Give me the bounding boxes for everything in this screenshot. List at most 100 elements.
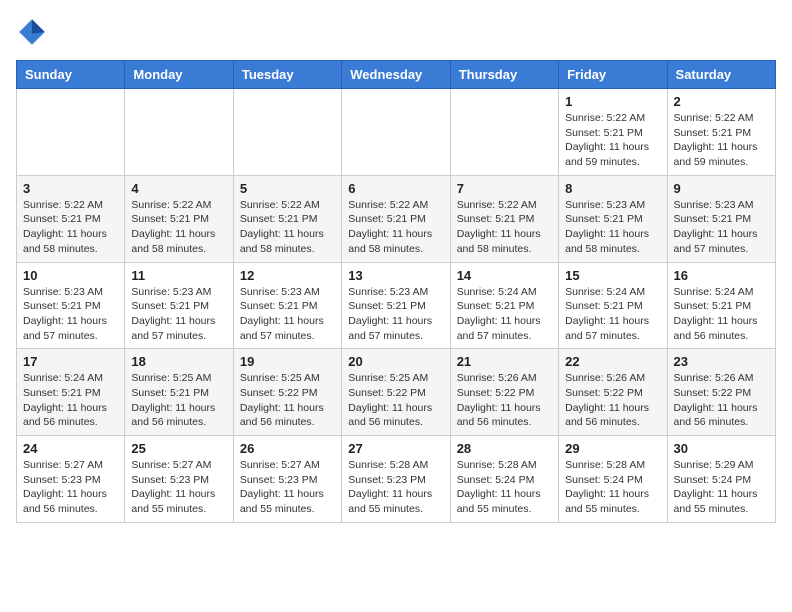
day-info: Sunrise: 5:22 AMSunset: 5:21 PMDaylight:…	[565, 111, 660, 170]
calendar-cell: 22 Sunrise: 5:26 AMSunset: 5:22 PMDayligh…	[559, 349, 667, 436]
calendar-cell	[125, 89, 233, 176]
calendar-cell: 28Sunrise: 5:28 AMSunset: 5:24 PMDayligh…	[450, 436, 558, 523]
calendar-header-row: SundayMondayTuesdayWednesdayThursdayFrid…	[17, 61, 776, 89]
day-number: 27	[348, 441, 443, 456]
day-number: 8	[565, 181, 660, 196]
calendar-cell: 17 Sunrise: 5:24 AMSunset: 5:21 PMDayligh…	[17, 349, 125, 436]
calendar-cell	[342, 89, 450, 176]
day-number: 3	[23, 181, 118, 196]
calendar-cell: 30 Sunrise: 5:29 AMSunset: 5:24 PMDayligh…	[667, 436, 775, 523]
day-number: 22	[565, 354, 660, 369]
day-info: Sunrise: 5:22 AMSunset: 5:21 PMDaylight:…	[674, 111, 769, 170]
calendar-cell: 2Sunrise: 5:22 AMSunset: 5:21 PMDaylight…	[667, 89, 775, 176]
calendar-cell: 14 Sunrise: 5:24 AMSunset: 5:21 PMDayligh…	[450, 262, 558, 349]
calendar-cell: 29Sunrise: 5:28 AMSunset: 5:24 PMDayligh…	[559, 436, 667, 523]
weekday-header-wednesday: Wednesday	[342, 61, 450, 89]
calendar-cell: 24Sunrise: 5:27 AMSunset: 5:23 PMDayligh…	[17, 436, 125, 523]
calendar-cell: 1 Sunrise: 5:22 AMSunset: 5:21 PMDaylight…	[559, 89, 667, 176]
day-number: 7	[457, 181, 552, 196]
weekday-header-friday: Friday	[559, 61, 667, 89]
calendar-cell: 10Sunrise: 5:23 AMSunset: 5:21 PMDayligh…	[17, 262, 125, 349]
calendar-cell: 6 Sunrise: 5:22 AMSunset: 5:21 PMDaylight…	[342, 175, 450, 262]
calendar-week-row: 24Sunrise: 5:27 AMSunset: 5:23 PMDayligh…	[17, 436, 776, 523]
day-number: 9	[674, 181, 769, 196]
day-number: 17	[23, 354, 118, 369]
day-number: 30	[674, 441, 769, 456]
day-info: Sunrise: 5:28 AMSunset: 5:24 PMDaylight:…	[565, 458, 660, 517]
day-info: Sunrise: 5:24 AMSunset: 5:21 PMDaylight:…	[565, 285, 660, 344]
day-info: Sunrise: 5:27 AMSunset: 5:23 PMDaylight:…	[23, 458, 118, 517]
weekday-header-sunday: Sunday	[17, 61, 125, 89]
calendar-week-row: 1 Sunrise: 5:22 AMSunset: 5:21 PMDaylight…	[17, 89, 776, 176]
day-number: 18	[131, 354, 226, 369]
calendar-cell: 11Sunrise: 5:23 AMSunset: 5:21 PMDayligh…	[125, 262, 233, 349]
day-number: 5	[240, 181, 335, 196]
day-info: Sunrise: 5:23 AMSunset: 5:21 PMDaylight:…	[565, 198, 660, 257]
calendar-cell: 16Sunrise: 5:24 AMSunset: 5:21 PMDayligh…	[667, 262, 775, 349]
calendar-week-row: 10 Sunrise: 5:23 AMSunset: 5:21 PMDayligh…	[17, 262, 776, 349]
calendar-cell	[17, 89, 125, 176]
day-info: Sunrise: 5:22 AMSunset: 5:21 PMDaylight:…	[240, 198, 335, 257]
day-info: Sunrise: 5:24 AMSunset: 5:21 PMDaylight:…	[23, 371, 118, 430]
day-number: 20	[348, 354, 443, 369]
day-info: Sunrise: 5:25 AMSunset: 5:22 PMDaylight:…	[240, 371, 335, 430]
day-info: Sunrise: 5:26 AMSunset: 5:22 PMDaylight:…	[674, 371, 769, 430]
day-number: 4	[131, 181, 226, 196]
calendar-week-row: 3 Sunrise: 5:22 AMSunset: 5:21 PMDaylight…	[17, 175, 776, 262]
calendar-cell: 15 Sunrise: 5:24 AMSunset: 5:21 PMDayligh…	[559, 262, 667, 349]
calendar-cell: 25Sunrise: 5:27 AMSunset: 5:23 PMDayligh…	[125, 436, 233, 523]
weekday-header-monday: Monday	[125, 61, 233, 89]
day-number: 23	[674, 354, 769, 369]
day-info: Sunrise: 5:25 AMSunset: 5:21 PMDaylight:…	[131, 371, 226, 430]
logo-icon	[16, 16, 48, 48]
calendar-cell: 4 Sunrise: 5:22 AMSunset: 5:21 PMDaylight…	[125, 175, 233, 262]
day-number: 10	[23, 268, 118, 283]
page-header	[16, 16, 776, 48]
day-info: Sunrise: 5:23 AMSunset: 5:21 PMDaylight:…	[131, 285, 226, 344]
day-info: Sunrise: 5:24 AMSunset: 5:21 PMDaylight:…	[457, 285, 552, 344]
day-info: Sunrise: 5:28 AMSunset: 5:24 PMDaylight:…	[457, 458, 552, 517]
day-info: Sunrise: 5:22 AMSunset: 5:21 PMDaylight:…	[348, 198, 443, 257]
calendar-cell: 18 Sunrise: 5:25 AMSunset: 5:21 PMDayligh…	[125, 349, 233, 436]
calendar-cell: 23 Sunrise: 5:26 AMSunset: 5:22 PMDayligh…	[667, 349, 775, 436]
day-info: Sunrise: 5:22 AMSunset: 5:21 PMDaylight:…	[457, 198, 552, 257]
calendar-cell: 19 Sunrise: 5:25 AMSunset: 5:22 PMDayligh…	[233, 349, 341, 436]
day-number: 19	[240, 354, 335, 369]
day-info: Sunrise: 5:22 AMSunset: 5:21 PMDaylight:…	[131, 198, 226, 257]
weekday-header-thursday: Thursday	[450, 61, 558, 89]
calendar-cell: 26 Sunrise: 5:27 AMSunset: 5:23 PMDayligh…	[233, 436, 341, 523]
calendar-table: SundayMondayTuesdayWednesdayThursdayFrid…	[16, 60, 776, 523]
calendar-cell: 9 Sunrise: 5:23 AMSunset: 5:21 PMDaylight…	[667, 175, 775, 262]
day-info: Sunrise: 5:26 AMSunset: 5:22 PMDaylight:…	[565, 371, 660, 430]
calendar-cell: 3Sunrise: 5:22 AMSunset: 5:21 PMDaylight…	[17, 175, 125, 262]
weekday-header-saturday: Saturday	[667, 61, 775, 89]
day-info: Sunrise: 5:23 AMSunset: 5:21 PMDaylight:…	[674, 198, 769, 257]
day-info: Sunrise: 5:28 AMSunset: 5:23 PMDaylight:…	[348, 458, 443, 517]
day-number: 12	[240, 268, 335, 283]
day-number: 1	[565, 94, 660, 109]
day-info: Sunrise: 5:27 AMSunset: 5:23 PMDaylight:…	[240, 458, 335, 517]
calendar-cell: 21 Sunrise: 5:26 AMSunset: 5:22 PMDayligh…	[450, 349, 558, 436]
calendar-cell: 7 Sunrise: 5:22 AMSunset: 5:21 PMDaylight…	[450, 175, 558, 262]
day-number: 13	[348, 268, 443, 283]
day-number: 6	[348, 181, 443, 196]
day-number: 14	[457, 268, 552, 283]
day-info: Sunrise: 5:29 AMSunset: 5:24 PMDaylight:…	[674, 458, 769, 517]
logo	[16, 16, 52, 48]
day-number: 21	[457, 354, 552, 369]
day-info: Sunrise: 5:23 AMSunset: 5:21 PMDaylight:…	[348, 285, 443, 344]
day-info: Sunrise: 5:26 AMSunset: 5:22 PMDaylight:…	[457, 371, 552, 430]
day-info: Sunrise: 5:25 AMSunset: 5:22 PMDaylight:…	[348, 371, 443, 430]
calendar-cell: 12 Sunrise: 5:23 AMSunset: 5:21 PMDayligh…	[233, 262, 341, 349]
calendar-cell: 27 Sunrise: 5:28 AMSunset: 5:23 PMDayligh…	[342, 436, 450, 523]
day-info: Sunrise: 5:27 AMSunset: 5:23 PMDaylight:…	[131, 458, 226, 517]
calendar-cell	[450, 89, 558, 176]
day-info: Sunrise: 5:23 AMSunset: 5:21 PMDaylight:…	[240, 285, 335, 344]
day-number: 15	[565, 268, 660, 283]
weekday-header-tuesday: Tuesday	[233, 61, 341, 89]
calendar-cell: 20 Sunrise: 5:25 AMSunset: 5:22 PMDayligh…	[342, 349, 450, 436]
day-number: 26	[240, 441, 335, 456]
calendar-cell: 13 Sunrise: 5:23 AMSunset: 5:21 PMDayligh…	[342, 262, 450, 349]
calendar-week-row: 17 Sunrise: 5:24 AMSunset: 5:21 PMDayligh…	[17, 349, 776, 436]
day-info: Sunrise: 5:24 AMSunset: 5:21 PMDaylight:…	[674, 285, 769, 344]
